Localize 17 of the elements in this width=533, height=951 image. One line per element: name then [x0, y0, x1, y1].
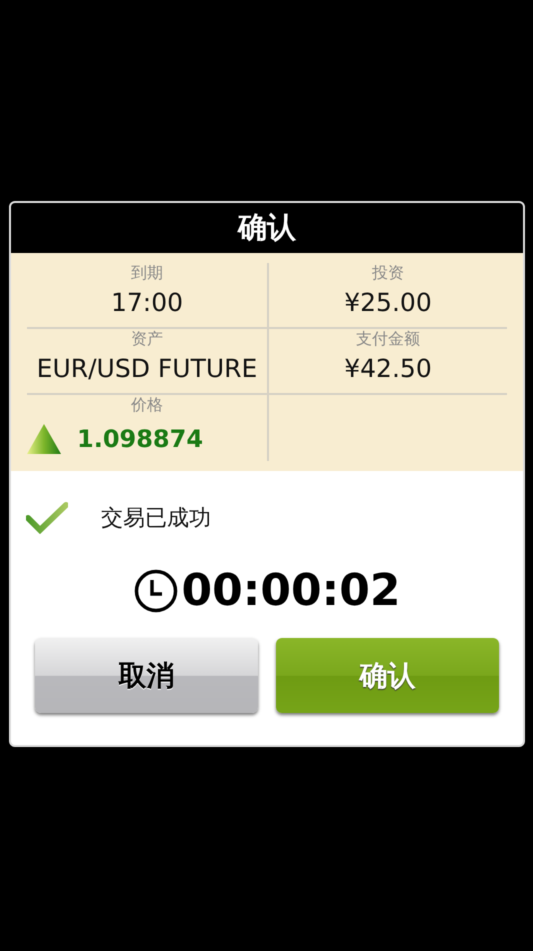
status-message: 交易已成功 [101, 505, 211, 533]
detail-label: 价格 [131, 395, 163, 415]
detail-label: 投资 [372, 263, 404, 283]
detail-value: ¥25.00 [344, 287, 432, 319]
up-triangle-icon [27, 424, 61, 454]
cancel-button[interactable]: 取消 [35, 638, 258, 713]
checkmark-icon [26, 502, 68, 534]
detail-value: 17:00 [110, 287, 184, 319]
clock-icon [134, 568, 178, 612]
detail-label: 支付金额 [356, 329, 420, 349]
dialog-title: 确认 [238, 209, 296, 246]
detail-label: 资产 [131, 329, 163, 349]
price-value: 1.098874 [77, 424, 204, 455]
detail-value: EUR/USD FUTURE [36, 353, 258, 385]
detail-value: ¥42.50 [344, 353, 432, 385]
countdown-timer: 00:00:02 [182, 565, 400, 616]
detail-label: 到期 [131, 263, 163, 283]
